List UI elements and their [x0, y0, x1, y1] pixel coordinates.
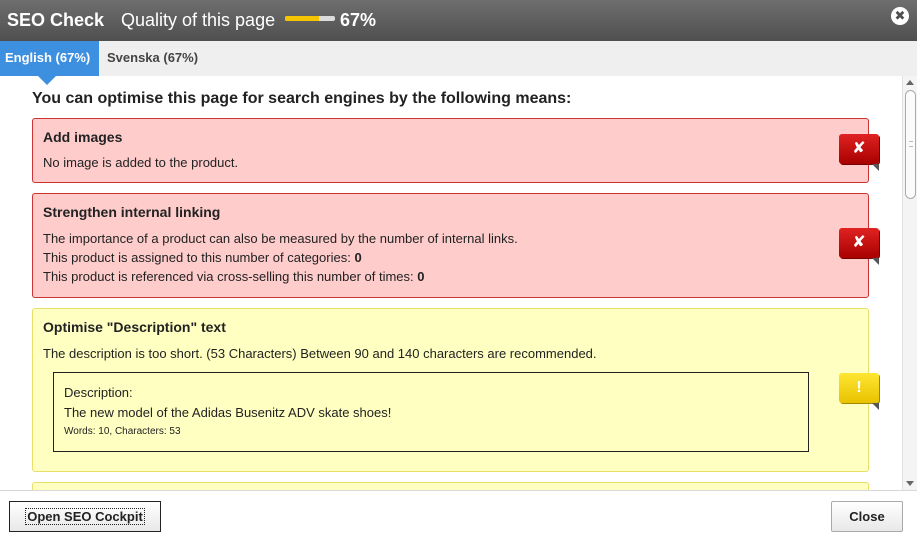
- suggestion-card-internal-linking: Strengthen internal linking The importan…: [32, 193, 879, 298]
- quality-progress-bar: [285, 16, 335, 21]
- content-scrollbar[interactable]: [902, 76, 917, 490]
- dialog-header: SEO Check Quality of this page 67% ✖: [0, 0, 917, 41]
- categories-count-label: This product is assigned to this number …: [43, 250, 355, 265]
- suggestion-card-partial: [32, 482, 869, 490]
- cross-selling-count-value: 0: [417, 269, 425, 284]
- tab-english[interactable]: English (67%): [0, 41, 99, 85]
- seo-suggestions-panel: You can optimise this page for search en…: [0, 76, 902, 490]
- scroll-thumb[interactable]: [905, 90, 916, 199]
- cross-selling-count-line: This product is referenced via cross-sel…: [43, 269, 425, 284]
- description-text: The new model of the Adidas Busenitz ADV…: [64, 405, 392, 420]
- card-title: Optimise "Description" text: [43, 319, 226, 335]
- close-button[interactable]: Close: [831, 501, 903, 532]
- tab-svenska[interactable]: Svenska (67%): [101, 41, 204, 76]
- description-stats: Words: 10, Characters: 53: [64, 426, 181, 437]
- open-seo-cockpit-button[interactable]: Open SEO Cockpit: [9, 501, 161, 532]
- description-label: Description:: [64, 385, 133, 400]
- categories-count-value: 0: [354, 250, 362, 265]
- language-tabs: English (67%) Svenska (67%): [0, 41, 917, 85]
- dialog-footer: Open SEO Cockpit Close: [0, 490, 917, 542]
- quality-percentage: 67%: [340, 10, 377, 30]
- close-icon[interactable]: ✖: [891, 7, 909, 25]
- scroll-up-arrow-icon[interactable]: [906, 80, 914, 85]
- scroll-down-arrow-icon[interactable]: [906, 481, 914, 486]
- grip-icon: [909, 141, 913, 147]
- description-preview-box: Description: The new model of the Adidas…: [53, 372, 809, 452]
- card-title: Strengthen internal linking: [43, 204, 221, 220]
- error-x-icon: ✘: [839, 228, 879, 265]
- categories-count-line: This product is assigned to this number …: [43, 250, 362, 265]
- suggestion-card-add-images: Add images No image is added to the prod…: [32, 118, 879, 183]
- card-title: Add images: [43, 129, 123, 145]
- open-seo-cockpit-label: Open SEO Cockpit: [25, 508, 145, 525]
- dialog-title: SEO Check: [7, 10, 105, 30]
- quality-label: Quality of this page: [121, 10, 276, 30]
- cross-selling-count-label: This product is referenced via cross-sel…: [43, 269, 418, 284]
- card-text: The importance of a product can also be …: [43, 231, 518, 246]
- suggestion-card-description: Optimise "Description" text The descript…: [32, 308, 879, 472]
- quality-progress-fill: [285, 16, 319, 21]
- warning-exclamation-icon: !: [839, 373, 879, 410]
- card-text: No image is added to the product.: [43, 155, 239, 170]
- card-text: The description is too short. (53 Charac…: [43, 346, 597, 361]
- intro-heading: You can optimise this page for search en…: [32, 90, 572, 107]
- error-x-icon: ✘: [839, 134, 879, 171]
